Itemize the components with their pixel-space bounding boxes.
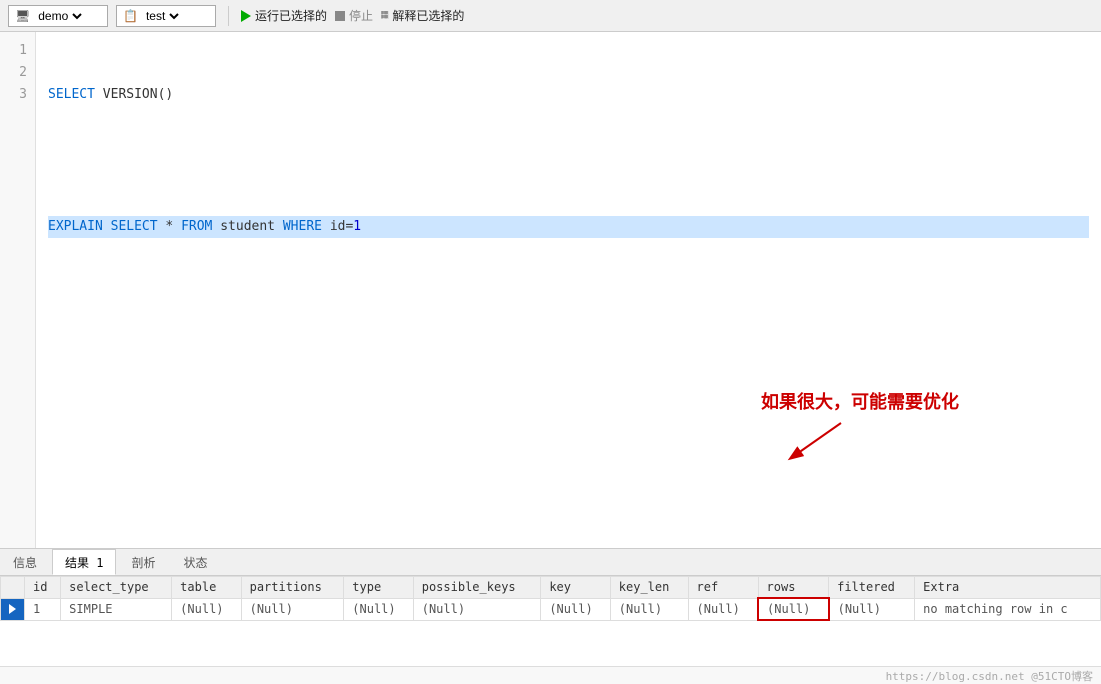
annotation-container: 如果很大，可能需要优化 信息 结果 1 剖析 状态 — [0, 548, 1101, 666]
cell-key: (Null) — [541, 598, 610, 620]
results-table: id select_type table partitions type pos… — [0, 576, 1101, 621]
results-area: id select_type table partitions type pos… — [0, 576, 1101, 666]
col-header-rows: rows — [758, 577, 829, 599]
stop-button[interactable]: 停止 — [335, 7, 373, 24]
code-line-1: SELECT VERSION() — [48, 84, 1089, 106]
cell-ref: (Null) — [688, 598, 758, 620]
stop-label: 停止 — [349, 7, 373, 24]
row-indicator-arrow — [9, 604, 16, 614]
cell-extra: no matching row in c — [915, 598, 1101, 620]
schema-selector[interactable]: 📋 test — [116, 5, 216, 27]
run-button[interactable]: 运行已选择的 — [241, 7, 327, 24]
run-label: 运行已选择的 — [255, 7, 327, 24]
tab-info-label: 信息 — [13, 554, 37, 571]
explain-label: 解释已选择的 — [392, 7, 464, 24]
tab-profiling-label: 剖析 — [131, 554, 155, 571]
toolbar-divider — [228, 6, 229, 26]
footer: https://blog.csdn.net @51CTO博客 — [0, 666, 1101, 684]
db-dropdown[interactable]: demo — [34, 8, 85, 24]
bottom-tabs: 信息 结果 1 剖析 状态 — [0, 548, 1101, 576]
col-header-type: type — [344, 577, 413, 599]
cell-possible-keys: (Null) — [413, 598, 541, 620]
cell-table: (Null) — [172, 598, 241, 620]
tab-info[interactable]: 信息 — [0, 549, 50, 575]
col-header-select-type: select_type — [61, 577, 172, 599]
cell-type: (Null) — [344, 598, 413, 620]
tab-results[interactable]: 结果 1 — [52, 549, 116, 575]
col-header-filtered: filtered — [829, 577, 915, 599]
col-header-id: id — [25, 577, 61, 599]
line-num-3: 3 — [8, 84, 27, 106]
stop-icon — [335, 11, 345, 21]
schema-icon: 📋 — [123, 9, 138, 23]
results-header-row: id select_type table partitions type pos… — [1, 577, 1101, 599]
table-row: 1 SIMPLE (Null) (Null) (Null) (Null) (Nu… — [1, 598, 1101, 620]
code-line-3: EXPLAIN SELECT * FROM student WHERE id=1 — [48, 216, 1089, 238]
col-header-ref: ref — [688, 577, 758, 599]
col-header-key: key — [541, 577, 610, 599]
schema-dropdown[interactable]: test — [142, 8, 182, 24]
explain-button[interactable]: 𝄜 解释已选择的 — [381, 7, 464, 24]
cell-rows: (Null) — [758, 598, 829, 620]
cell-id: 1 — [25, 598, 61, 620]
cell-select-type: SIMPLE — [61, 598, 172, 620]
row-indicator-header — [1, 577, 25, 599]
tab-status-label: 状态 — [183, 554, 207, 571]
line-num-1: 1 — [8, 40, 27, 62]
toolbar: 🖥 demo 📋 test 运行已选择的 停止 𝄜 解释已选择的 — [0, 0, 1101, 32]
col-header-key-len: key_len — [610, 577, 688, 599]
col-header-table: table — [172, 577, 241, 599]
watermark-text: https://blog.csdn.net @51CTO博客 — [886, 668, 1093, 684]
db-icon: 🖥 — [15, 9, 30, 23]
editor-area: 1 2 3 SELECT VERSION() EXPLAIN SELECT * … — [0, 32, 1101, 548]
cell-partitions: (Null) — [241, 598, 344, 620]
line-num-2: 2 — [8, 62, 27, 84]
cell-key-len: (Null) — [610, 598, 688, 620]
col-header-partitions: partitions — [241, 577, 344, 599]
code-editor[interactable]: SELECT VERSION() EXPLAIN SELECT * FROM s… — [36, 32, 1101, 548]
line-numbers: 1 2 3 — [0, 32, 36, 548]
col-header-extra: Extra — [915, 577, 1101, 599]
play-icon — [241, 10, 251, 22]
db-selector[interactable]: 🖥 demo — [8, 5, 108, 27]
explain-icon: 𝄜 — [381, 9, 388, 23]
col-header-possible-keys: possible_keys — [413, 577, 541, 599]
tab-results-label: 结果 1 — [65, 554, 103, 571]
tab-status[interactable]: 状态 — [170, 549, 220, 575]
tab-profiling[interactable]: 剖析 — [118, 549, 168, 575]
row-indicator-cell — [1, 598, 25, 620]
code-line-2 — [48, 150, 1089, 172]
cell-filtered: (Null) — [829, 598, 915, 620]
